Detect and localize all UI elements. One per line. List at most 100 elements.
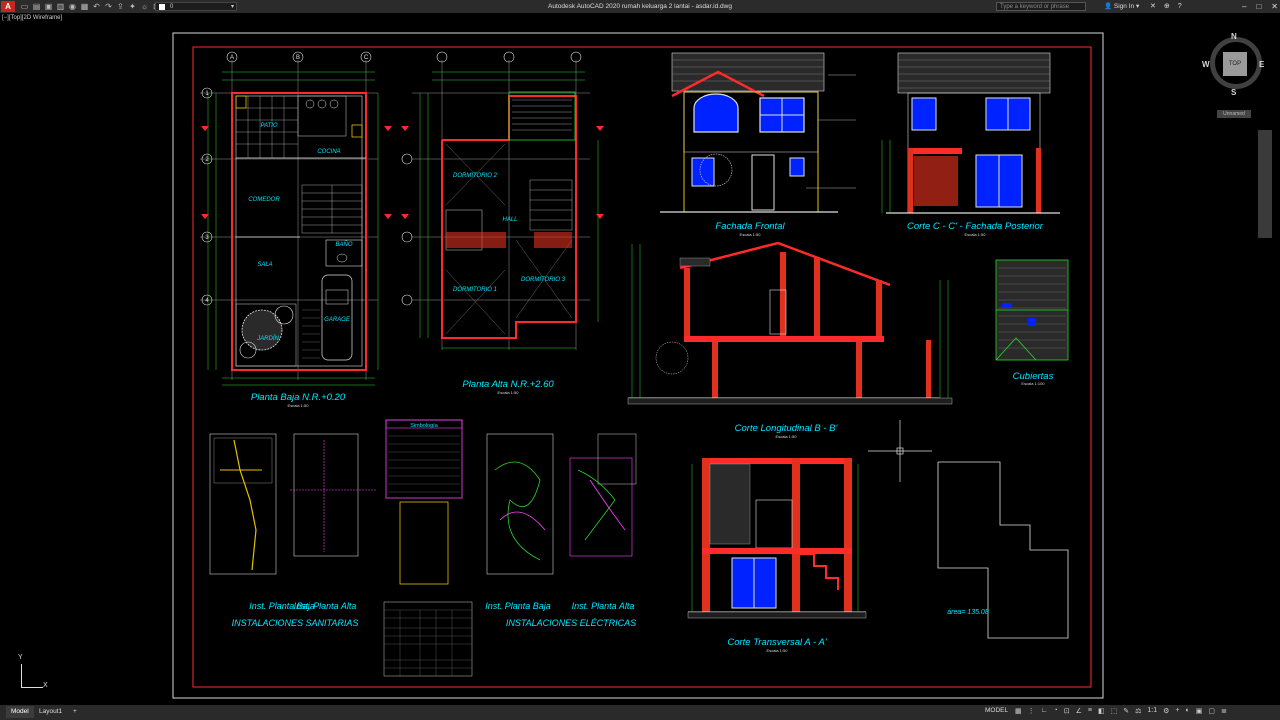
axis-3: 3: [205, 235, 209, 241]
room-jardin: JARDÍN: [256, 335, 279, 342]
status-bar: Model Layout1 + MODEL ▦ ⋮ ∟ ◔ ⊡ ∠ ≡ ◧ ⬚ …: [0, 705, 1280, 720]
navigation-bar[interactable]: [1258, 130, 1272, 238]
section-bb-scale: Escala 1:50: [776, 434, 798, 439]
tab-model[interactable]: Model: [6, 706, 34, 718]
snap-icon[interactable]: ⋮: [1028, 707, 1035, 715]
otrack-icon[interactable]: ∠: [1076, 707, 1082, 715]
cursor-crosshair: [868, 420, 932, 482]
window-controls: – □ ✕: [1242, 0, 1278, 13]
sanitary-installations: Inst. Planta Baja Inst. Planta Alta INST…: [209, 433, 376, 628]
exchange-icon[interactable]: ✕: [1150, 0, 1156, 13]
viewport-controls[interactable]: [−][Top][2D Wireframe]: [2, 15, 62, 21]
axis-a: A: [230, 55, 234, 61]
tab-layout1[interactable]: Layout1: [34, 706, 67, 718]
model-space-canvas[interactable]: A B C 1 2 3 4 PATIO COCINA COMEDOR BAÑO …: [0, 13, 1280, 705]
area-outline: área= 135.08: [937, 461, 1069, 639]
inst-san-upper-title: Inst. Planta Alta: [294, 601, 357, 611]
sheet-border: [172, 32, 1104, 699]
section-cc-title: Corte C - C' - Fachada Posterior: [907, 221, 1044, 232]
compass-south[interactable]: S: [1231, 88, 1236, 97]
area-label: área= 135.08: [947, 609, 989, 616]
axis-1: 1: [205, 91, 209, 97]
isolate-icon[interactable]: ◐: [1185, 707, 1189, 715]
facade-scale: Escala 1:50: [740, 232, 762, 237]
room-dormitorio-3: DORMITORIO 3: [521, 277, 566, 283]
upper-floor-plan: DORMITORIO 2 HALL DORMITORIO 1 DORMITORI…: [401, 51, 604, 395]
inst-ele-title: INSTALACIONES ELÉCTRICAS: [506, 618, 636, 628]
room-sala: SALA: [257, 262, 272, 268]
inst-san-title: INSTALACIONES SANITARIAS: [232, 618, 359, 628]
model-space-toggle[interactable]: MODEL: [985, 707, 1008, 714]
clean-screen-icon[interactable]: ▢: [1208, 707, 1215, 715]
ucs-menu[interactable]: Unnamed: [1217, 110, 1251, 118]
inst-ele-upper-title: Inst. Planta Alta: [572, 601, 635, 611]
ground-floor-plan: A B C 1 2 3 4 PATIO COCINA COMEDOR BAÑO …: [200, 51, 392, 408]
gear-icon[interactable]: ⚙: [1163, 707, 1169, 715]
axis-b: B: [296, 55, 300, 61]
plan-upper-scale: Escala 1:50: [498, 390, 520, 395]
section-cc: Corte C - C' - Fachada Posterior Escala …: [881, 52, 1060, 237]
plus-icon[interactable]: +: [1175, 707, 1179, 715]
polar-icon[interactable]: ◔: [1053, 707, 1057, 715]
status-tools: ▦ ⋮ ∟ ◔ ⊡ ∠ ≡ ◧ ⬚ ✎ ⚖ 1:1 ⚙ + ◐ ▣ ▢ ≣: [1015, 707, 1227, 715]
ucs-icon: Y X: [16, 654, 48, 690]
ortho-icon[interactable]: ∟: [1041, 707, 1048, 715]
facade-title: Fachada Frontal: [715, 221, 785, 232]
titlebar-tools: ✕ ⊕ ?: [1150, 0, 1182, 13]
grid-icon[interactable]: ▦: [1015, 707, 1022, 715]
maximize-icon[interactable]: □: [1256, 0, 1261, 13]
section-aa-title: Corte Transversal A - A': [727, 637, 827, 648]
section-cc-scale: Escala 1:50: [965, 232, 987, 237]
room-patio: PATIO: [260, 123, 277, 129]
sign-in-button[interactable]: 👤 Sign In ▾: [1104, 0, 1139, 13]
help-icon[interactable]: ?: [1178, 0, 1182, 13]
title-bar: A ▭ ▤ ▣ ▥ ◉ ▦ ↶ ↷ ⇪ ✦ ☼ ⊡ 0 ▾ Autodesk A…: [0, 0, 1280, 13]
annotation-scale-icon[interactable]: ⚖: [1135, 707, 1141, 715]
inst-ele-ground-title: Inst. Planta Baja: [485, 601, 551, 611]
plan-ground-scale: Escala 1:50: [288, 403, 310, 408]
compass-north[interactable]: N: [1231, 32, 1237, 41]
roof-plan: Cubiertas Escala 1:100: [995, 259, 1069, 386]
hardware-icon[interactable]: ▣: [1196, 707, 1203, 715]
room-hall: HALL: [502, 217, 517, 223]
plan-ground-title: Planta Baja N.R.+0.20: [251, 392, 346, 403]
ucs-y-label: Y: [18, 654, 23, 661]
section-bb-title: Corte Longitudinal B - B': [735, 423, 839, 434]
roof-scale: Escala 1:100: [1021, 381, 1045, 386]
customize-icon[interactable]: ≣: [1221, 707, 1227, 715]
plan-upper-title: Planta Alta N.R.+2.60: [462, 379, 554, 390]
room-comedor: COMEDOR: [248, 197, 280, 203]
room-dormitorio-2: DORMITORIO 2: [453, 173, 498, 179]
room-dormitorio-1: DORMITORIO 1: [453, 287, 497, 293]
electrical-installations: Inst. Planta Baja Inst. Planta Alta INST…: [485, 433, 637, 628]
a360-icon[interactable]: ⊕: [1164, 0, 1170, 13]
axis-c: C: [364, 55, 369, 61]
ucs-x-label: X: [43, 682, 48, 689]
osnap-icon[interactable]: ⊡: [1064, 707, 1070, 715]
close-icon[interactable]: ✕: [1271, 0, 1278, 13]
annotation-icon[interactable]: ✎: [1123, 707, 1129, 715]
window-title: Autodesk AutoCAD 2020 rumah keluarga 2 l…: [548, 3, 732, 10]
selection-cycle-icon[interactable]: ⬚: [1111, 707, 1118, 715]
compass-west[interactable]: W: [1202, 60, 1210, 69]
section-aa: Corte Transversal A - A' Escala 1:50: [687, 458, 867, 653]
compass-east[interactable]: E: [1259, 60, 1264, 69]
sign-in-label: Sign In: [1113, 3, 1135, 10]
title-frame: [192, 46, 1092, 688]
user-icon: 👤: [1104, 3, 1113, 10]
transparency-icon[interactable]: ◧: [1098, 707, 1105, 715]
simbologia-legend: Simbología: [385, 419, 463, 585]
minimize-icon[interactable]: –: [1242, 0, 1246, 13]
drawing-svg: A B C 1 2 3 4 PATIO COCINA COMEDOR BAÑO …: [172, 32, 1104, 699]
lineweight-icon[interactable]: ≡: [1088, 707, 1092, 715]
areas-table: [383, 601, 473, 677]
viewcube-top-face[interactable]: TOP: [1223, 52, 1247, 76]
annotation-scale-value[interactable]: 1:1: [1147, 707, 1157, 715]
search-input[interactable]: Type a keyword or phrase: [996, 2, 1086, 11]
axis-4: 4: [205, 298, 209, 304]
simbologia-title: Simbología: [410, 423, 438, 429]
room-cocina: COCINA: [317, 149, 340, 155]
room-garage: GARAGE: [324, 317, 351, 323]
add-layout-button[interactable]: +: [68, 706, 82, 718]
section-bb: Corte Longitudinal B - B' Escala 1:50: [627, 241, 953, 439]
